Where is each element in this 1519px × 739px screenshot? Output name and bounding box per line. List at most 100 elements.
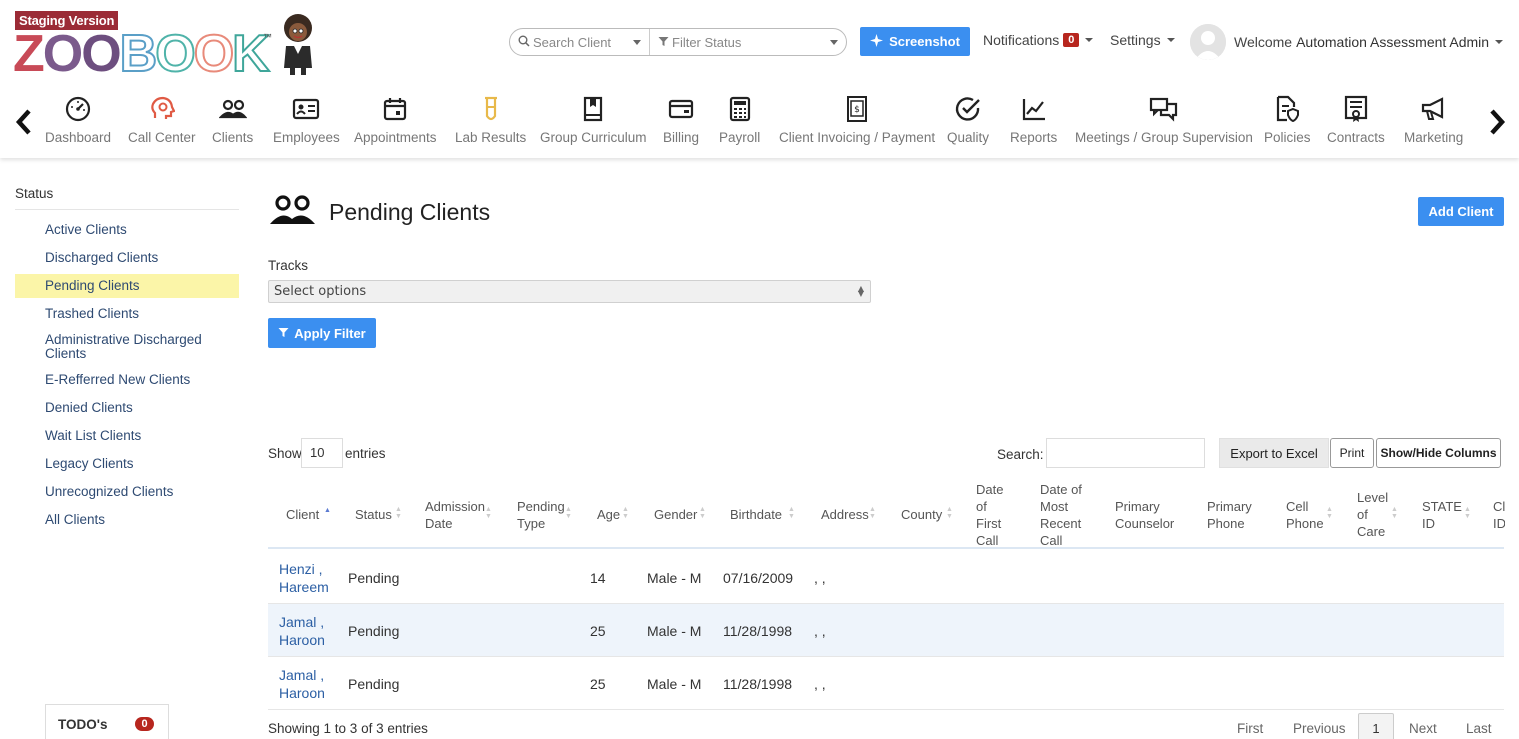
filter-status-select[interactable]: Filter Status (650, 29, 846, 55)
sidebar-item-discharged-clients[interactable]: Discharged Clients (15, 246, 239, 270)
column-header-primary-counselor[interactable]: Primary Counselor (1115, 480, 1185, 549)
column-header-admission-date[interactable]: Admission Date ▲ ▼ (425, 480, 495, 549)
entries-per-page-select[interactable]: 10 (301, 438, 343, 468)
column-header-level-of-care[interactable]: Level of Care ▲ ▼ (1357, 480, 1407, 549)
column-header-age[interactable]: Age ▲ ▼ (597, 480, 637, 549)
nav-item-client-invoicing[interactable]: $ Client Invoicing / Payment (779, 94, 935, 145)
status-cell: Pending (348, 569, 400, 586)
client-name-link[interactable]: Henzi , Hareem (279, 551, 334, 604)
nav-item-payroll[interactable]: Payroll (719, 94, 760, 145)
gender-cell: Male - M (647, 569, 702, 586)
sidebar-item-trashed-clients[interactable]: Trashed Clients (15, 302, 239, 326)
sidebar-item-legacy-clients[interactable]: Legacy Clients (15, 452, 239, 476)
nav-scroll-left-icon[interactable] (13, 108, 35, 139)
print-button[interactable]: Print (1330, 438, 1374, 468)
apply-filter-button[interactable]: Apply Filter (268, 318, 376, 348)
nav-item-call-center[interactable]: Call Center (128, 94, 196, 145)
nav-label: Clients (212, 130, 254, 145)
column-header-birthdate[interactable]: Birthdate ▲ ▼ (730, 480, 800, 549)
nav-item-clients[interactable]: Clients (212, 94, 253, 145)
column-header-client-id[interactable]: Cl ID (1493, 480, 1505, 549)
pagination-last[interactable]: Last (1466, 721, 1492, 736)
nav-label: Call Center (128, 130, 196, 145)
calendar-icon (382, 94, 408, 124)
nav-item-employees[interactable]: Employees (273, 94, 340, 145)
nav-item-lab-results[interactable]: Lab Results (455, 94, 526, 145)
age-cell: 14 (590, 569, 606, 586)
column-header-date-recent-call[interactable]: Date of Most Recent Call (1040, 480, 1100, 549)
screenshot-button[interactable]: Screenshot (860, 27, 970, 56)
sidebar-item-administrative-discharged[interactable]: Administrative Discharged Clients (15, 330, 239, 364)
pagination-previous[interactable]: Previous (1293, 721, 1346, 736)
table-row: Jamal , Haroon Pending 25 Male - M 11/28… (268, 657, 1504, 710)
nav-item-policies[interactable]: Policies (1264, 94, 1311, 145)
nav-item-quality[interactable]: Quality (947, 94, 989, 145)
top-header: Staging Version ZOOBOOK ™ Search Client (0, 0, 1519, 158)
user-avatar[interactable] (1190, 24, 1226, 60)
table-search-input[interactable] (1046, 438, 1205, 468)
test-tube-icon (481, 94, 501, 124)
settings-menu[interactable]: Settings (1110, 32, 1175, 48)
column-header-status[interactable]: Status ▲ ▼ (355, 480, 415, 549)
nav-item-appointments[interactable]: Appointments (354, 94, 437, 145)
show-label: Show (268, 446, 302, 461)
nav-item-contracts[interactable]: Contracts (1327, 94, 1385, 145)
sidebar-item-all-clients[interactable]: All Clients (15, 508, 239, 532)
search-client-select[interactable]: Search Client (510, 29, 650, 55)
sidebar-item-pending-clients[interactable]: Pending Clients (15, 274, 239, 298)
search-icon (518, 35, 530, 50)
client-name-link[interactable]: Jamal , Haroon (279, 657, 334, 710)
column-header-gender[interactable]: Gender ▲ ▼ (654, 480, 714, 549)
column-header-state-id[interactable]: STATE ID ▲ ▼ (1422, 480, 1472, 549)
add-client-button[interactable]: Add Client (1418, 197, 1504, 226)
todo-label: TODO's (58, 716, 108, 732)
column-header-primary-phone[interactable]: Primary Phone (1207, 480, 1267, 549)
nav-item-dashboard[interactable]: Dashboard (45, 94, 111, 145)
column-header-county[interactable]: County ▲ ▼ (901, 480, 961, 549)
sidebar-item-denied-clients[interactable]: Denied Clients (15, 396, 239, 420)
svg-text:$: $ (854, 105, 860, 115)
address-cell: , , (814, 569, 826, 586)
nav-label: Quality (947, 130, 990, 145)
column-header-address[interactable]: Address ▲ ▼ (821, 480, 881, 549)
nav-item-marketing[interactable]: Marketing (1404, 94, 1463, 145)
sidebar-item-e-referred[interactable]: E-Refferred New Clients (15, 368, 239, 392)
client-name-link[interactable]: Jamal , Haroon (279, 604, 334, 657)
notifications-menu[interactable]: Notifications 0 (983, 32, 1094, 48)
show-hide-columns-button[interactable]: Show/Hide Columns (1376, 438, 1501, 468)
calculator-icon (728, 94, 752, 124)
pagination-next[interactable]: Next (1409, 721, 1437, 736)
nav-item-reports[interactable]: Reports (1010, 94, 1057, 145)
sidebar-title: Status (15, 186, 54, 201)
column-header-client[interactable]: Client ▲ (286, 480, 346, 549)
sidebar-item-unrecognized-clients[interactable]: Unrecognized Clients (15, 480, 239, 504)
nav-scroll-right-icon[interactable] (1486, 108, 1508, 139)
zoobook-logo[interactable]: ZOOBOOK (13, 27, 271, 81)
updown-arrows-icon: ▲ ▼ (857, 284, 864, 298)
todo-widget[interactable]: TODO's 0 (45, 704, 169, 739)
column-header-date-first-call[interactable]: Date of First Call (976, 480, 1016, 549)
sort-icon: ▲ ▼ (1464, 506, 1471, 520)
column-header-cell-phone[interactable]: Cell Phone ▲ ▼ (1286, 480, 1336, 549)
age-cell: 25 (590, 675, 606, 692)
sidebar-item-wait-list[interactable]: Wait List Clients (15, 424, 239, 448)
nav-item-billing[interactable]: Billing (663, 94, 699, 145)
client-search-bar[interactable]: Search Client Filter Status (509, 28, 847, 56)
sort-icon: ▲ ▼ (565, 506, 572, 520)
search-client-placeholder: Search Client (533, 34, 612, 50)
column-header-pending-type[interactable]: Pending Type ▲ ▼ (517, 480, 577, 549)
nav-label: Dashboard (45, 130, 112, 145)
pagination-page-1[interactable]: 1 (1358, 713, 1394, 739)
policy-icon (1274, 94, 1300, 124)
tracks-select[interactable]: Select options ▲ ▼ (268, 280, 871, 303)
export-excel-button[interactable]: Export to Excel (1219, 438, 1329, 468)
nav-item-meetings[interactable]: Meetings / Group Supervision (1075, 94, 1253, 145)
user-menu[interactable]: Welcome Automation Assessment Admin (1234, 34, 1504, 50)
pagination-first[interactable]: First (1237, 721, 1263, 736)
users-icon (268, 194, 318, 231)
settings-label: Settings (1110, 32, 1161, 48)
gender-cell: Male - M (647, 622, 702, 639)
sort-asc-icon: ▲ (324, 507, 331, 514)
nav-item-group-curriculum[interactable]: Group Curriculum (540, 94, 647, 145)
sidebar-item-active-clients[interactable]: Active Clients (15, 218, 239, 242)
